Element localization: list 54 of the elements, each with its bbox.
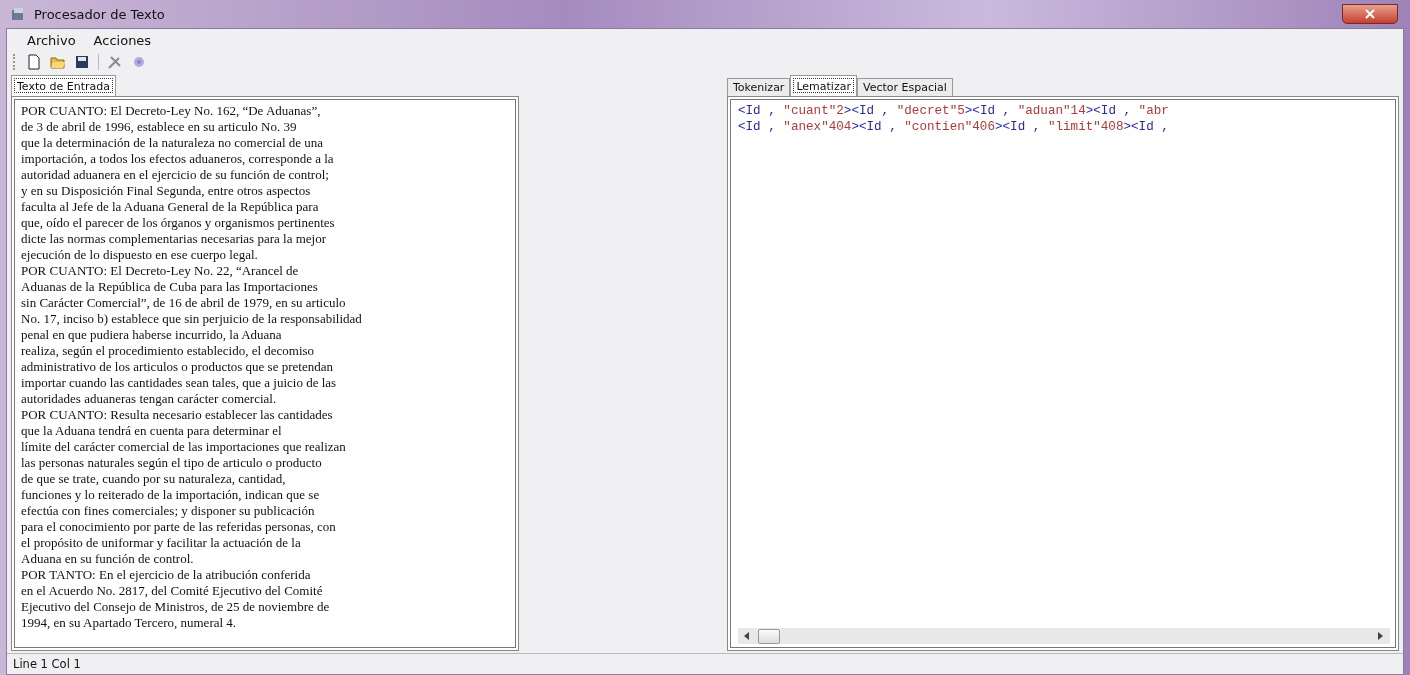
horizontal-scrollbar[interactable]: [738, 628, 1390, 644]
text-line: No. 17, inciso b) establece que sin perjuicio de la responsabilidad: [21, 311, 363, 327]
text-line: límite del carácter comercial de las importaciones que realizan: [21, 439, 347, 455]
menu-item[interactable]: Archivo: [27, 33, 76, 48]
text-line: faculta al Jefe de la Aduana General de la República para: [21, 199, 320, 215]
text-line: efectúa con fines comerciales; y disponer su publicación: [21, 503, 316, 519]
text-line: para el conocimiento por parte de las referidas personas, con: [21, 519, 337, 535]
text-line: 1994, en su Apartado Tercero, numeral 4.: [21, 615, 238, 631]
text-line: y en su Disposición Final Segunda, entre otros aspectos: [21, 183, 312, 199]
menu-item[interactable]: Acciones: [93, 33, 152, 48]
text-line: POR CUANTO: El Decreto-Ley No. 22, “Arancel de: [21, 263, 300, 279]
scroll-left-icon[interactable]: [744, 632, 750, 640]
text-line: de 3 de abril de 1996, establece en su articulo No. 39: [21, 119, 298, 135]
tab[interactable]: Lematizar: [790, 75, 857, 96]
code-line: <Id , "anex"404><Id , "contien"406><Id , "limit"408><Id ,: [738, 119, 1170, 135]
text-line: importación, a todos los efectos aduaneros, corresponde a la: [21, 151, 335, 167]
text-line: POR CUANTO: Resulta necesario establecer las cantidades: [21, 407, 334, 423]
input-text-area[interactable]: [11, 96, 519, 651]
text-line: el propósito de uniformar y facilitar la actuación de la: [21, 535, 302, 551]
text-line: realiza, según el procedimiento establecido, el decomiso: [21, 343, 316, 359]
text-line: que, oído el parecer de los órganos y organismos pertinentes: [21, 215, 336, 231]
text-line: ejecución de lo dispuesto en ese cuerpo legal.: [21, 247, 259, 263]
text-line: POR CUANTO: El Decreto-Ley No. 162, “De Aduanas”,: [21, 103, 322, 119]
scroll-thumb[interactable]: [758, 628, 780, 644]
close-icon: [1365, 9, 1375, 19]
tab[interactable]: Vector Espacial: [856, 78, 953, 96]
text-line: dicte las normas complementarias necesarias para la mejor: [21, 231, 327, 247]
text-line: Aduana en su función de control.: [21, 551, 195, 567]
text-line: funciones y lo reiterado de la importación, indican que se: [21, 487, 321, 503]
scroll-right-icon[interactable]: [1378, 632, 1384, 640]
tab[interactable]: Texto de Entrada: [11, 75, 116, 96]
text-line: que la determinación de la naturaleza no comercial de una: [21, 135, 325, 151]
close-button[interactable]: [1342, 4, 1398, 24]
text-line: que la Aduana tendrá en cuenta para determinar el: [21, 423, 283, 439]
tab[interactable]: Tokenizar: [727, 78, 791, 96]
text-line: POR TANTO: En el ejercicio de la atribución conferida: [21, 567, 312, 583]
text-line: autoridad aduanera en el ejercicio de su función de control;: [21, 167, 330, 183]
text-line: de que se trate, cuando por su naturaleza, cantidad,: [21, 471, 287, 487]
text-line: Ejecutivo del Consejo de Ministros, de 25 de noviembre de: [21, 599, 331, 615]
app-icon: [10, 6, 26, 22]
new-file-icon[interactable]: [26, 54, 42, 70]
status-text: Line 1 Col 1: [13, 657, 81, 671]
text-line: en el Acuerdo No. 2817, del Comité Ejecutivo del Comité: [21, 583, 324, 599]
text-line: importar cuando las cantidades sean tales, que a juicio de las: [21, 375, 338, 391]
open-folder-icon[interactable]: [50, 54, 66, 70]
text-line: las personas naturales según el tipo de articulo o producto: [21, 455, 323, 471]
text-line: Aduanas de la República de Cuba para las Importaciones: [21, 279, 319, 295]
save-icon[interactable]: [74, 54, 90, 70]
window-title: Procesador de Texto: [34, 6, 165, 22]
text-line: administrativo de los articulos o productos que se pretendan: [21, 359, 334, 375]
text-line: penal en que pudiera haberse incurrido, la Aduana: [21, 327, 283, 343]
text-line: autoridades aduaneras tengan carácter comercial.: [21, 391, 278, 407]
code-line: <Id , "cuant"2><Id , "decret"5><Id , "aduan"14><Id , "abr: [738, 103, 1170, 119]
text-line: sin Carácter Comercial”, de 16 de abril de 1979, en su articulo: [21, 295, 347, 311]
